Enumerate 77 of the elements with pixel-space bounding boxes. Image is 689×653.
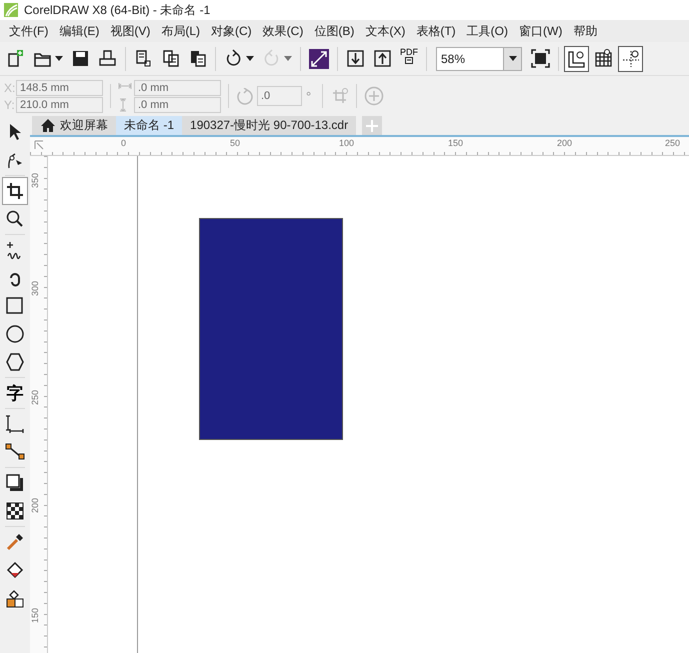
menu-item[interactable]: 工具(O)	[462, 22, 514, 40]
rotate-icon	[236, 88, 253, 104]
transparency-tool-icon	[5, 501, 25, 521]
shadow-tool-icon	[5, 473, 25, 493]
toggle-rulers-button[interactable]	[564, 46, 589, 72]
rulers-icon	[567, 49, 586, 68]
save-icon	[71, 49, 90, 68]
paste-icon	[188, 49, 207, 68]
document-copy-icon	[134, 49, 153, 68]
publish-pdf-button[interactable]: PDF	[397, 46, 421, 72]
menu-item[interactable]: 对象(C)	[206, 22, 258, 40]
new-document-icon	[6, 49, 25, 68]
size-field[interactable]: .0 mm	[134, 80, 221, 96]
ruler-label: 0	[121, 138, 126, 148]
export-icon	[373, 49, 392, 68]
app-logo-icon	[4, 3, 18, 17]
mirror-icon	[330, 86, 350, 106]
ruler-label: 50	[230, 138, 240, 148]
document-tab[interactable]: 欢迎屏幕	[32, 116, 116, 135]
smartfill-tool-icon	[5, 588, 25, 608]
caret-icon	[284, 56, 292, 61]
caret-icon	[508, 56, 516, 61]
menu-item[interactable]: 效果(C)	[258, 22, 310, 40]
crop-tool-button[interactable]	[2, 177, 28, 205]
document-icon	[405, 56, 413, 64]
menu-item[interactable]: 位图(B)	[309, 22, 360, 40]
position-field[interactable]: 148.5 mm	[16, 80, 103, 96]
angle-field[interactable]: .0	[257, 86, 302, 106]
ruler-label: 150	[448, 138, 464, 148]
import-icon	[346, 49, 365, 68]
ellipse-tool-icon	[5, 324, 25, 344]
ruler-label: 250	[665, 138, 680, 148]
ruler-label: 250	[31, 390, 40, 406]
window-title: CorelDRAW X8 (64-Bit) - 未命名 -1	[24, 2, 210, 18]
print-icon	[98, 49, 117, 68]
menu-item[interactable]: 文件(F)	[4, 22, 54, 40]
plus-icon	[365, 118, 380, 132]
ruler-label: 200	[557, 138, 572, 148]
ruler-label: 200	[31, 498, 40, 514]
ruler-label: 150	[31, 608, 40, 624]
full-screen-icon	[531, 49, 550, 68]
caret-icon	[55, 56, 63, 61]
undo-icon	[224, 49, 243, 68]
crop-tool-icon	[5, 181, 25, 201]
degree-sign: °	[306, 88, 312, 104]
zoom-dropdown[interactable]: 58%	[436, 46, 522, 70]
document-tab[interactable]: 190327-慢时光 90-700-13.cdr	[182, 116, 356, 135]
grid-icon	[594, 49, 613, 68]
ruler-label: 100	[339, 138, 354, 148]
text-tool-button[interactable]: 字	[2, 379, 28, 407]
redo-icon	[262, 49, 281, 68]
menu-item[interactable]: 窗口(W)	[514, 22, 568, 40]
connector-tool-icon	[5, 442, 25, 462]
ruler-origin-icon	[34, 140, 44, 150]
guidelines-icon	[621, 49, 640, 68]
documents-icon	[161, 49, 180, 68]
rectangle-tool-icon	[5, 296, 25, 316]
ruler-label: 300	[31, 280, 40, 296]
menu-item[interactable]: 视图(V)	[105, 22, 156, 40]
menu-item[interactable]: 布局(L)	[156, 22, 206, 40]
fill-tool-icon	[5, 560, 25, 580]
eyedropper-tool-icon	[5, 532, 25, 552]
menu-item[interactable]: 编辑(E)	[54, 22, 106, 40]
ruler-label: 350	[31, 172, 40, 188]
launcher-icon	[309, 48, 329, 68]
dimension-tool-icon	[5, 414, 25, 434]
document-tab[interactable]: 未命名 -1	[116, 116, 182, 135]
add-circle-icon	[364, 86, 384, 106]
menu-item[interactable]: 帮助	[568, 22, 604, 40]
position-field[interactable]: 210.0 mm	[16, 96, 103, 112]
size-field[interactable]: .0 mm	[134, 96, 221, 112]
toggle-guidelines-button[interactable]	[618, 46, 643, 72]
polygon-tool-icon	[5, 352, 25, 372]
menu-item[interactable]: 表格(T)	[411, 22, 462, 40]
menu-item[interactable]: 文本(X)	[360, 22, 412, 40]
zoom-tool-icon	[5, 209, 25, 229]
caret-icon	[246, 56, 254, 61]
